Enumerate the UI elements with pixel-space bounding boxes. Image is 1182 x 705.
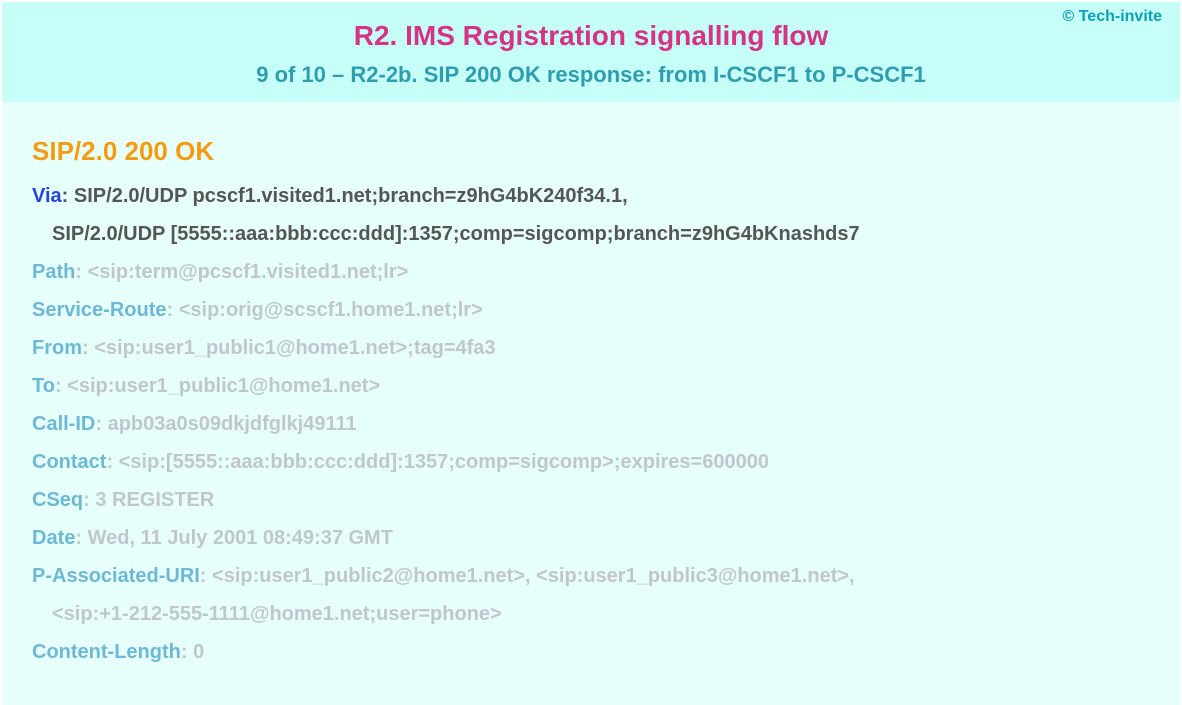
sip-via-line1: Via: SIP/2.0/UDP pcscf1.visited1.net;bra… — [32, 181, 1150, 211]
sip-cseq-key: CSeq — [32, 489, 83, 511]
sip-date-val: Wed, 11 July 2001 08:49:37 GMT — [82, 527, 393, 549]
sip-contact-line: Contact: <sip:[5555::aaa:bbb:ccc:ddd]:13… — [32, 447, 1150, 477]
page-title: R2. IMS Registration signalling flow — [12, 20, 1170, 52]
sip-pau-line1: P-Associated-URI: <sip:user1_public2@hom… — [32, 561, 1150, 591]
copyright-badge: © Tech-invite — [1062, 8, 1162, 26]
sip-content-length-line: Content-Length: 0 — [32, 637, 1150, 667]
sip-date-key: Date — [32, 527, 75, 549]
sip-pau-val2: <sip:+1-212-555-1111@home1.net;user=phon… — [52, 603, 502, 625]
sip-path-key: Path — [32, 261, 75, 283]
sip-path-line: Path: <sip:term@pcscf1.visited1.net;lr> — [32, 257, 1150, 287]
sip-via-key: Via — [32, 185, 62, 207]
sip-status-line: SIP/2.0 200 OK — [32, 136, 1150, 167]
sip-from-line: From: <sip:user1_public1@home1.net>;tag=… — [32, 333, 1150, 363]
sip-pau-key: P-Associated-URI — [32, 565, 200, 587]
sip-from-val: <sip:user1_public1@home1.net>;tag=4fa3 — [89, 337, 496, 359]
sip-pau-line2: <sip:+1-212-555-1111@home1.net;user=phon… — [32, 599, 1150, 629]
sip-pau-val1: <sip:user1_public2@home1.net>, <sip:user… — [206, 565, 854, 587]
sip-path-val: <sip:term@pcscf1.visited1.net;lr> — [82, 261, 408, 283]
sip-to-line: To: <sip:user1_public1@home1.net> — [32, 371, 1150, 401]
sip-call-id-line: Call-ID: apb03a0s09dkjdfglkj49111 — [32, 409, 1150, 439]
sip-to-val: <sip:user1_public1@home1.net> — [62, 375, 381, 397]
sip-cseq-line: CSeq: 3 REGISTER — [32, 485, 1150, 515]
sip-from-key: From — [32, 337, 82, 359]
sip-call-id-key: Call-ID — [32, 413, 95, 435]
header-band: © Tech-invite R2. IMS Registration signa… — [2, 2, 1180, 102]
sip-contact-key: Contact — [32, 451, 106, 473]
page-subtitle: 9 of 10 – R2-2b. SIP 200 OK response: fr… — [12, 62, 1170, 88]
sip-cseq-val: 3 REGISTER — [90, 489, 214, 511]
sip-call-id-val: apb03a0s09dkjdfglkj49111 — [102, 413, 357, 435]
sip-contact-val: <sip:[5555::aaa:bbb:ccc:ddd]:1357;comp=s… — [113, 451, 769, 473]
sip-date-line: Date: Wed, 11 July 2001 08:49:37 GMT — [32, 523, 1150, 553]
sip-content-length-key: Content-Length — [32, 641, 181, 663]
sip-via-val2: SIP/2.0/UDP [5555::aaa:bbb:ccc:ddd]:1357… — [52, 223, 860, 245]
sip-message-body: SIP/2.0 200 OK Via: SIP/2.0/UDP pcscf1.v… — [2, 102, 1180, 705]
sip-service-route-val: <sip:orig@scscf1.home1.net;lr> — [173, 299, 483, 321]
sip-service-route-key: Service-Route — [32, 299, 167, 321]
sip-content-length-val: 0 — [188, 641, 205, 663]
sip-via-line2: SIP/2.0/UDP [5555::aaa:bbb:ccc:ddd]:1357… — [32, 219, 1150, 249]
sip-to-key: To — [32, 375, 55, 397]
sip-service-route-line: Service-Route: <sip:orig@scscf1.home1.ne… — [32, 295, 1150, 325]
document-wrapper: © Tech-invite R2. IMS Registration signa… — [0, 0, 1182, 662]
sip-via-val1: SIP/2.0/UDP pcscf1.visited1.net;branch=z… — [68, 185, 627, 207]
